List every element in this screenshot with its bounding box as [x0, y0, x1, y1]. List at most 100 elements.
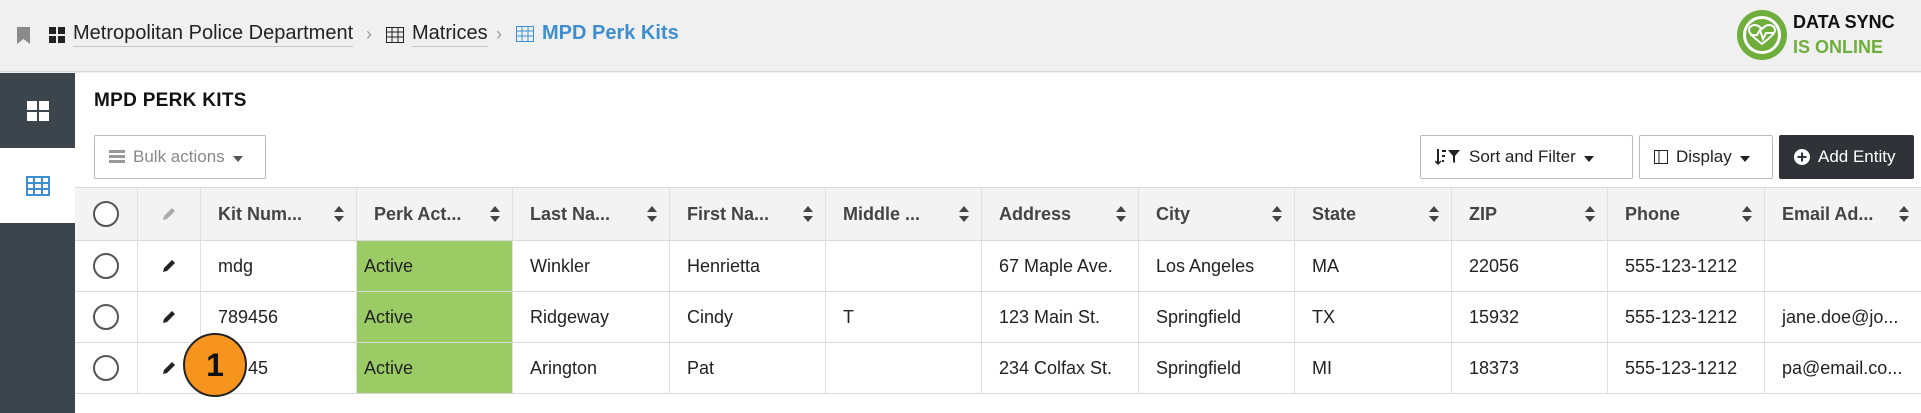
breadcrumb-separator: ›	[366, 24, 372, 44]
sync-status-text: IS ONLINE	[1793, 37, 1884, 57]
columns-icon	[1654, 150, 1668, 164]
cell-address[interactable]: 234 Colfax St.	[982, 343, 1139, 393]
bookmark-icon[interactable]	[17, 27, 30, 44]
sort-icon	[1585, 206, 1595, 222]
table-row[interactable]: 45 Active Arington Pat 234 Colfax St. Sp…	[75, 343, 1921, 394]
cell-zip[interactable]: 18373	[1452, 343, 1608, 393]
row-edit-cell	[138, 241, 201, 291]
row-select-cell	[75, 343, 138, 393]
sort-filter-button[interactable]: Sort and Filter	[1420, 135, 1633, 179]
dashboard-icon	[49, 26, 65, 43]
breadcrumb-item-current: MPD Perk Kits	[516, 22, 679, 46]
dashboard-icon	[26, 100, 49, 121]
cell-kit-number[interactable]: mdg	[201, 241, 357, 291]
column-header-address[interactable]: Address	[982, 188, 1139, 240]
cell-phone[interactable]: 555-123-1212	[1608, 292, 1765, 342]
column-header-email[interactable]: Email Ad...	[1765, 188, 1921, 240]
cell-email[interactable]	[1765, 241, 1921, 291]
row-select-radio[interactable]	[93, 304, 119, 330]
sync-title: DATA SYNC	[1793, 12, 1895, 32]
cell-state[interactable]: MA	[1295, 241, 1452, 291]
cell-last-name[interactable]: Ridgeway	[513, 292, 670, 342]
cell-first-name[interactable]: Pat	[670, 343, 826, 393]
cell-email[interactable]: jane.doe@jo...	[1765, 292, 1921, 342]
chevron-down-icon	[232, 156, 243, 162]
breadcrumb-item-department[interactable]: Metropolitan Police Department	[49, 22, 354, 47]
cell-phone[interactable]: 555-123-1212	[1608, 343, 1765, 393]
add-entity-label: Add Entity	[1818, 147, 1896, 166]
column-header-middle-name[interactable]: Middle ...	[826, 188, 982, 240]
add-entity-button[interactable]: Add Entity	[1779, 135, 1914, 179]
pencil-icon[interactable]	[161, 309, 177, 325]
column-header-perk-active[interactable]: Perk Act...	[357, 188, 513, 240]
cell-zip[interactable]: 15932	[1452, 292, 1608, 342]
pencil-icon[interactable]	[161, 360, 177, 376]
display-button[interactable]: Display	[1639, 135, 1773, 179]
cell-first-name[interactable]: Henrietta	[670, 241, 826, 291]
cell-address[interactable]: 123 Main St.	[982, 292, 1139, 342]
display-label: Display	[1676, 147, 1732, 166]
column-header-zip[interactable]: ZIP	[1452, 188, 1608, 240]
edit-column-header	[138, 188, 201, 240]
cell-state[interactable]: TX	[1295, 292, 1452, 342]
cell-first-name[interactable]: Cindy	[670, 292, 826, 342]
sidebar-item-dashboard[interactable]	[0, 73, 75, 148]
sort-filter-label: Sort and Filter	[1469, 147, 1576, 166]
breadcrumb-label[interactable]: Matrices	[412, 22, 488, 47]
row-select-radio[interactable]	[93, 355, 119, 381]
row-select-radio[interactable]	[93, 253, 119, 279]
sidebar-item-matrices[interactable]	[0, 148, 75, 223]
sort-icon	[803, 206, 813, 222]
cell-perk-active[interactable]: Active	[357, 343, 513, 393]
table-row[interactable]: 789456 Active Ridgeway Cindy T 123 Main …	[75, 292, 1921, 343]
sort-icon	[647, 206, 657, 222]
cell-city[interactable]: Springfield	[1139, 343, 1295, 393]
cell-phone[interactable]: 555-123-1212	[1608, 241, 1765, 291]
column-header-first-name[interactable]: First Na...	[670, 188, 826, 240]
data-sync-status: DATA SYNC IS ONLINE	[1737, 10, 1919, 62]
table-header-row: Kit Num... Perk Act... Last Na... First …	[75, 187, 1921, 241]
sidebar	[0, 73, 75, 413]
cell-address[interactable]: 67 Maple Ave.	[982, 241, 1139, 291]
cell-city[interactable]: Los Angeles	[1139, 241, 1295, 291]
sort-icon	[1899, 206, 1909, 222]
cell-perk-active[interactable]: Active	[357, 241, 513, 291]
table-row[interactable]: mdg Active Winkler Henrietta 67 Maple Av…	[75, 241, 1921, 292]
column-header-kit-number[interactable]: Kit Num...	[201, 188, 357, 240]
sort-icon	[1272, 206, 1282, 222]
column-header-phone[interactable]: Phone	[1608, 188, 1765, 240]
table-icon	[516, 26, 534, 42]
cell-zip[interactable]: 22056	[1452, 241, 1608, 291]
select-all-cell	[75, 188, 138, 240]
row-select-cell	[75, 241, 138, 291]
column-header-last-name[interactable]: Last Na...	[513, 188, 670, 240]
cell-state[interactable]: MI	[1295, 343, 1452, 393]
cell-email[interactable]: pa@email.co...	[1765, 343, 1921, 393]
cell-middle-name[interactable]	[826, 241, 982, 291]
bulk-actions-button[interactable]: Bulk actions	[94, 135, 266, 179]
heartbeat-icon	[1737, 10, 1787, 60]
breadcrumb-label[interactable]: Metropolitan Police Department	[73, 22, 354, 47]
table-icon	[386, 26, 404, 43]
page-title: MPD PERK KITS	[94, 90, 247, 111]
column-header-state[interactable]: State	[1295, 188, 1452, 240]
cell-perk-active[interactable]: Active	[357, 292, 513, 342]
cell-city[interactable]: Springfield	[1139, 292, 1295, 342]
select-all-radio[interactable]	[93, 201, 119, 227]
chevron-down-icon	[1739, 156, 1750, 162]
cell-last-name[interactable]: Arington	[513, 343, 670, 393]
table-icon	[25, 175, 50, 196]
sort-icon	[490, 206, 500, 222]
breadcrumb-label: MPD Perk Kits	[542, 22, 679, 44]
sort-icon	[959, 206, 969, 222]
list-icon	[109, 150, 125, 163]
pencil-icon[interactable]	[161, 258, 177, 274]
column-header-city[interactable]: City	[1139, 188, 1295, 240]
pencil-icon	[163, 208, 175, 220]
cell-middle-name[interactable]: T	[826, 292, 982, 342]
cell-last-name[interactable]: Winkler	[513, 241, 670, 291]
cell-middle-name[interactable]	[826, 343, 982, 393]
sort-filter-icon	[1435, 149, 1460, 165]
breadcrumb-item-matrices[interactable]: Matrices	[386, 22, 488, 47]
sort-icon	[1742, 206, 1752, 222]
